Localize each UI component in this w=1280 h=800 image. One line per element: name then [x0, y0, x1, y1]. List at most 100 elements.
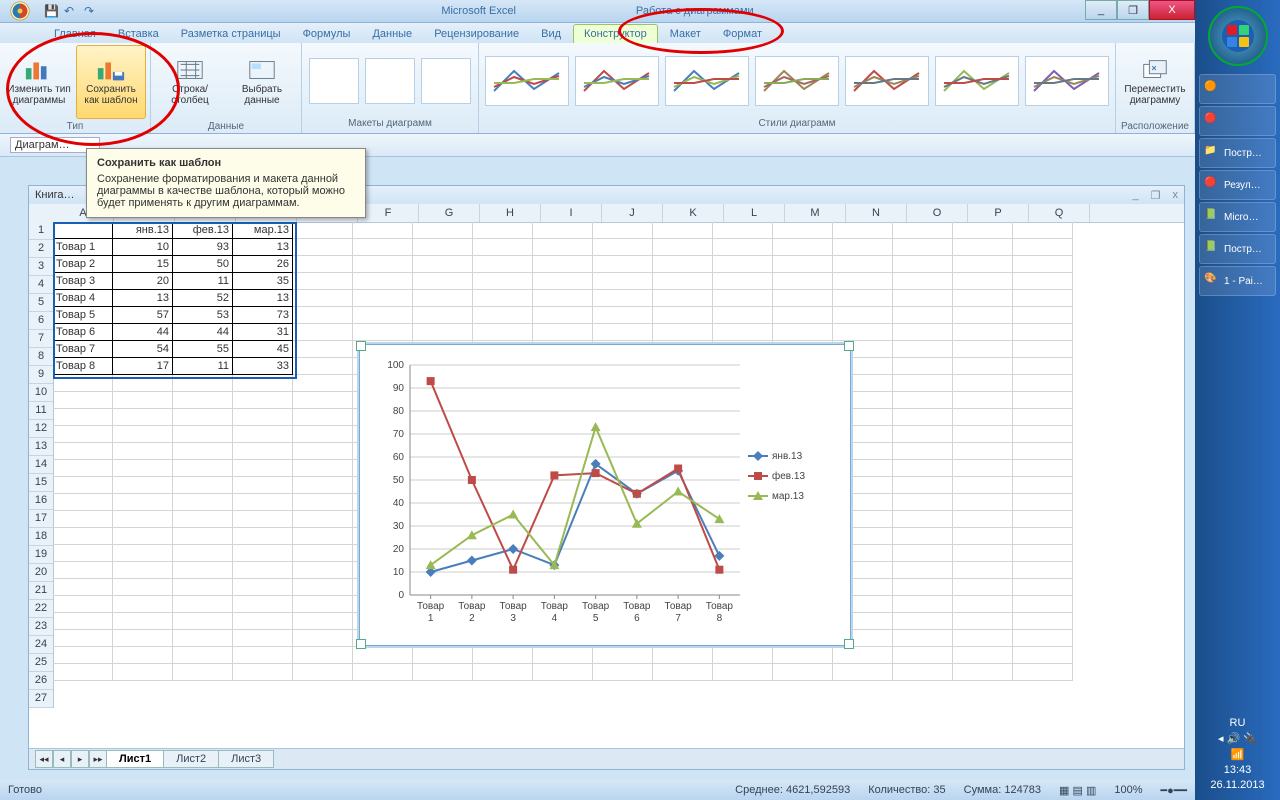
taskbar-item[interactable]: 🎨1 - Pai…: [1199, 266, 1276, 296]
row-header[interactable]: 7: [29, 330, 53, 348]
row-header[interactable]: 8: [29, 348, 53, 366]
row-header[interactable]: 15: [29, 474, 53, 492]
zoom-slider[interactable]: ━●━━: [1160, 784, 1187, 797]
ribbon-tab[interactable]: Вставка: [108, 25, 169, 43]
cell[interactable]: Товар 1: [53, 239, 113, 256]
taskbar-item[interactable]: 📗Постр…: [1199, 234, 1276, 264]
row-header[interactable]: 12: [29, 420, 53, 438]
sheet-nav-button[interactable]: ▸: [71, 750, 89, 768]
taskbar-item[interactable]: 🔴: [1199, 106, 1276, 136]
row-header[interactable]: 6: [29, 312, 53, 330]
chart-style-option[interactable]: [845, 56, 929, 106]
tray-icons[interactable]: ◂ 🔊 🔌: [1201, 732, 1274, 745]
minimize-button[interactable]: _: [1085, 0, 1117, 20]
chart-style-option[interactable]: [485, 56, 569, 106]
wb-close-icon[interactable]: x: [1173, 189, 1179, 202]
office-button[interactable]: [0, 0, 40, 22]
column-header[interactable]: O: [907, 204, 968, 222]
row-header[interactable]: 20: [29, 564, 53, 582]
row-header[interactable]: 9: [29, 366, 53, 384]
chart-layout-option[interactable]: [421, 58, 471, 104]
change-chart-type-button[interactable]: Изменить тип диаграммы: [4, 45, 74, 119]
column-header[interactable]: K: [663, 204, 724, 222]
redo-icon[interactable]: ↷: [84, 4, 98, 18]
wb-min-icon[interactable]: _: [1133, 189, 1139, 202]
cell[interactable]: 11: [173, 273, 233, 290]
ribbon-tab[interactable]: Вид: [531, 25, 571, 43]
cell[interactable]: 31: [233, 324, 293, 341]
column-header[interactable]: L: [724, 204, 785, 222]
column-header[interactable]: J: [602, 204, 663, 222]
row-header[interactable]: 22: [29, 600, 53, 618]
close-button[interactable]: X: [1149, 0, 1195, 20]
sheet-tab[interactable]: Лист2: [163, 750, 219, 768]
sheet-tab[interactable]: Лист1: [106, 750, 164, 768]
row-header[interactable]: 23: [29, 618, 53, 636]
ribbon-tab[interactable]: Формулы: [293, 25, 361, 43]
resize-handle[interactable]: [356, 341, 366, 351]
chart-style-option[interactable]: [1025, 56, 1109, 106]
save-as-template-button[interactable]: Сохранить как шаблон: [76, 45, 146, 119]
cell[interactable]: 44: [173, 324, 233, 341]
taskbar-item[interactable]: 📁Постр…: [1199, 138, 1276, 168]
cell[interactable]: фев.13: [173, 222, 233, 239]
switch-row-column-button[interactable]: Строка/столбец: [155, 45, 225, 119]
cell[interactable]: 55: [173, 341, 233, 358]
cell[interactable]: 13: [113, 290, 173, 307]
row-header[interactable]: 5: [29, 294, 53, 312]
cell[interactable]: 13: [233, 290, 293, 307]
row-header[interactable]: 16: [29, 492, 53, 510]
sheet-nav-button[interactable]: ◂◂: [35, 750, 53, 768]
cell[interactable]: 93: [173, 239, 233, 256]
language-indicator[interactable]: RU: [1201, 717, 1274, 729]
chart-layout-option[interactable]: [365, 58, 415, 104]
cell[interactable]: 52: [173, 290, 233, 307]
select-data-button[interactable]: Выбрать данные: [227, 45, 297, 119]
ribbon-tab-chart[interactable]: Конструктор: [573, 24, 658, 43]
taskbar-item[interactable]: 📗Micro…: [1199, 202, 1276, 232]
ribbon-tab[interactable]: Разметка страницы: [171, 25, 291, 43]
row-header[interactable]: 19: [29, 546, 53, 564]
row-header[interactable]: 21: [29, 582, 53, 600]
cell[interactable]: Товар 2: [53, 256, 113, 273]
cell[interactable]: Товар 7: [53, 341, 113, 358]
cell[interactable]: [53, 222, 113, 239]
row-header[interactable]: 25: [29, 654, 53, 672]
chart-style-option[interactable]: [575, 56, 659, 106]
column-header[interactable]: I: [541, 204, 602, 222]
column-header[interactable]: P: [968, 204, 1029, 222]
row-header[interactable]: 17: [29, 510, 53, 528]
cell[interactable]: Товар 5: [53, 307, 113, 324]
row-header[interactable]: 1: [29, 222, 53, 240]
ribbon-tab[interactable]: Главная: [44, 25, 106, 43]
chart-style-option[interactable]: [935, 56, 1019, 106]
cell[interactable]: 54: [113, 341, 173, 358]
column-header[interactable]: N: [846, 204, 907, 222]
view-buttons[interactable]: ▦ ▤ ▥: [1059, 784, 1096, 797]
cell[interactable]: 10: [113, 239, 173, 256]
ribbon-tab[interactable]: Данные: [362, 25, 422, 43]
ribbon-tab-chart[interactable]: Макет: [660, 25, 711, 43]
select-all-corner[interactable]: [29, 204, 54, 223]
row-header[interactable]: 24: [29, 636, 53, 654]
cell[interactable]: 20: [113, 273, 173, 290]
sheet-tab[interactable]: Лист3: [218, 750, 274, 768]
cell[interactable]: 13: [233, 239, 293, 256]
cell[interactable]: Товар 8: [53, 358, 113, 375]
resize-handle[interactable]: [844, 341, 854, 351]
row-header[interactable]: 10: [29, 384, 53, 402]
zoom-level[interactable]: 100%: [1114, 784, 1142, 796]
taskbar-item[interactable]: 🟠: [1199, 74, 1276, 104]
ribbon-tab[interactable]: Рецензирование: [424, 25, 529, 43]
row-header[interactable]: 18: [29, 528, 53, 546]
spreadsheet-grid[interactable]: ABCDEFGHIJKLMNOPQ 1234567891011121314151…: [29, 204, 1184, 748]
column-header[interactable]: H: [480, 204, 541, 222]
column-header[interactable]: F: [358, 204, 419, 222]
column-header[interactable]: M: [785, 204, 846, 222]
row-header[interactable]: 26: [29, 672, 53, 690]
cell[interactable]: 11: [173, 358, 233, 375]
start-button[interactable]: [1208, 6, 1268, 66]
cell[interactable]: 15: [113, 256, 173, 273]
cell[interactable]: 50: [173, 256, 233, 273]
ribbon-tab-chart[interactable]: Формат: [713, 25, 772, 43]
